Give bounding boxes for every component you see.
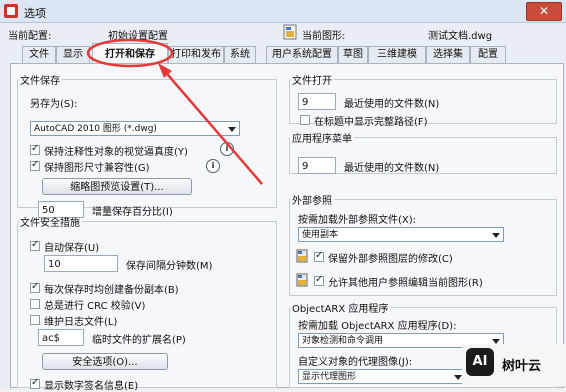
options-dialog: 选项 ✕ 当前配置: 初始设置配置 当前图形: 测试文档.dwg 文件 显示 打…	[0, 0, 566, 392]
annotation-arrow	[86, 38, 263, 185]
watermark: AI 树叶云	[462, 344, 566, 386]
watermark-logo: AI	[466, 348, 494, 376]
watermark-text: 树叶云	[502, 359, 542, 374]
